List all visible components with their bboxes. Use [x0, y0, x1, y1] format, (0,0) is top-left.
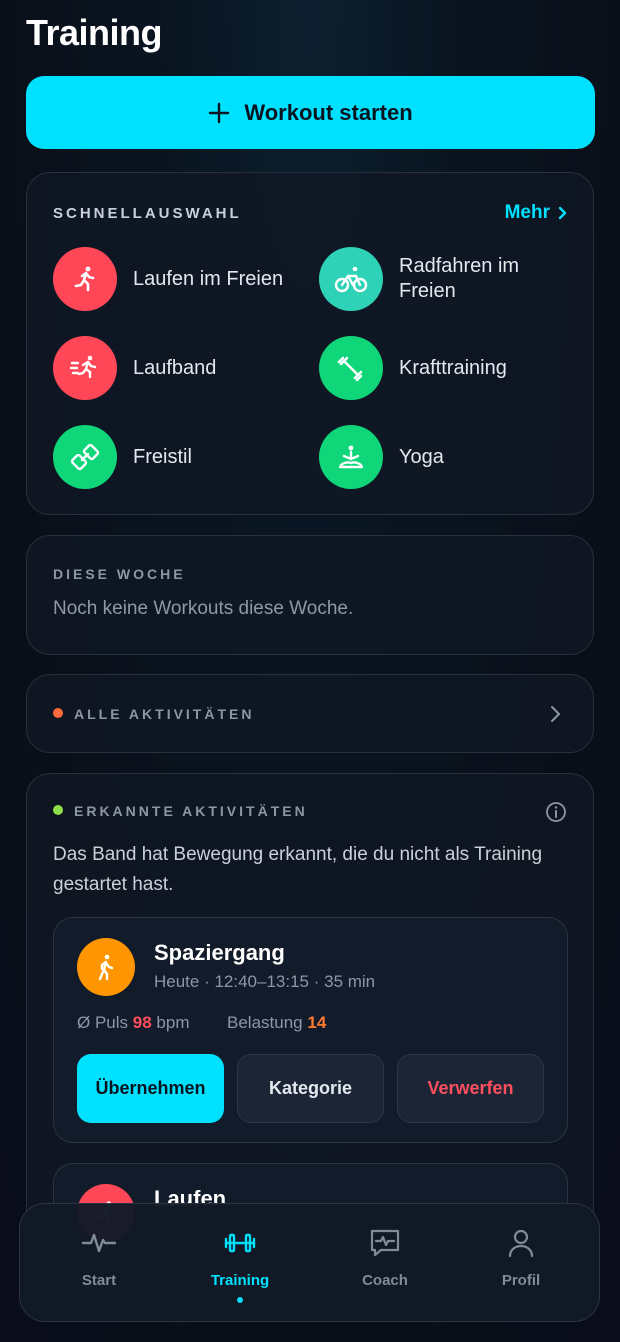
- all-activities-row[interactable]: ALLE AKTIVITÄTEN: [26, 674, 594, 753]
- quick-item-label: Freistil: [133, 445, 192, 468]
- tab-coach[interactable]: Coach: [335, 1226, 435, 1289]
- plus-icon: [209, 102, 230, 123]
- start-workout-label: Workout starten: [244, 99, 413, 125]
- tab-label: Training: [210, 1272, 270, 1289]
- info-icon[interactable]: [545, 801, 567, 823]
- tab-training[interactable]: Training: [190, 1226, 290, 1303]
- dumbbell-icon: [224, 1233, 256, 1253]
- this-week-empty-text: Noch keine Workouts diese Woche.: [53, 598, 354, 619]
- chevron-right-icon: [558, 206, 567, 220]
- all-activities-title: ALLE AKTIVITÄTEN: [74, 706, 255, 722]
- tab-label: Profil: [501, 1272, 541, 1289]
- pulse-unit: bpm: [156, 1013, 190, 1032]
- treadmill-icon: [53, 336, 117, 400]
- accept-button[interactable]: Übernehmen: [77, 1054, 224, 1123]
- dumbbell-icon: [319, 336, 383, 400]
- quick-item-freestyle[interactable]: Freistil: [53, 425, 293, 489]
- quick-item-outdoor-run[interactable]: Laufen im Freien: [53, 247, 293, 311]
- more-label: Mehr: [504, 202, 550, 223]
- status-dot: [53, 708, 63, 718]
- detected-activities-title: ERKANNTE AKTIVITÄTEN: [74, 803, 308, 819]
- quick-item-yoga[interactable]: Yoga: [319, 425, 559, 489]
- quick-item-treadmill[interactable]: Laufband: [53, 336, 293, 400]
- activity-title: Spaziergang: [154, 940, 285, 965]
- quick-item-label: Radfahren im Freien: [399, 255, 520, 302]
- walking-icon: [77, 938, 135, 996]
- more-link[interactable]: Mehr: [505, 202, 567, 224]
- person-icon: [508, 1229, 534, 1258]
- quick-item-outdoor-cycling[interactable]: Radfahren im Freien: [319, 247, 559, 311]
- pulse-label: Ø Puls: [77, 1013, 129, 1032]
- this-week-card: DIESE WOCHE Noch keine Workouts diese Wo…: [26, 535, 594, 655]
- tab-profile[interactable]: Profil: [471, 1226, 571, 1289]
- tab-label: Start: [81, 1272, 117, 1289]
- discard-button[interactable]: Verwerfen: [397, 1054, 544, 1123]
- pulse-value: 98: [132, 1013, 152, 1032]
- load-value: 14: [307, 1013, 327, 1032]
- detected-activities-description: Das Band hat Bewegung erkannt, die du ni…: [53, 844, 543, 895]
- cycling-icon: [319, 247, 383, 311]
- activity-actions: Übernehmen Kategorie Verwerfen: [77, 1054, 544, 1123]
- quick-item-label: Yoga: [399, 445, 444, 468]
- detected-activity-card: Spaziergang Heute · 12:40–13:15 · 35 min…: [53, 917, 568, 1143]
- pulse-icon: [81, 1233, 117, 1253]
- tab-bar: Start Training Coach Profil: [19, 1203, 600, 1322]
- tab-start[interactable]: Start: [49, 1226, 149, 1289]
- category-button[interactable]: Kategorie: [237, 1054, 384, 1123]
- quick-selection-card: SCHNELLAUSWAHL Mehr Laufen im Freien Rad…: [26, 172, 594, 515]
- this-week-title: DIESE WOCHE: [53, 566, 186, 582]
- start-workout-button[interactable]: Workout starten: [26, 76, 595, 149]
- active-indicator: [237, 1297, 243, 1303]
- pulse-metric: Ø Puls 98 bpm: [77, 1013, 190, 1033]
- load-label: Belastung: [227, 1013, 303, 1032]
- yoga-icon: [319, 425, 383, 489]
- tab-label: Coach: [362, 1272, 408, 1289]
- chevron-right-icon: [551, 706, 560, 722]
- freestyle-icon: [53, 425, 117, 489]
- quick-item-strength[interactable]: Krafttraining: [319, 336, 559, 400]
- running-icon: [53, 247, 117, 311]
- load-metric: Belastung 14: [227, 1013, 326, 1033]
- quick-item-label: Krafttraining: [399, 356, 507, 379]
- chat-pulse-icon: [370, 1229, 400, 1257]
- quick-selection-title: SCHNELLAUSWAHL: [53, 205, 242, 222]
- quick-item-label: Laufband: [133, 356, 217, 379]
- status-dot: [53, 805, 63, 815]
- quick-item-label: Laufen im Freien: [133, 267, 284, 290]
- activity-subtitle: Heute · 12:40–13:15 · 35 min: [154, 972, 376, 991]
- page-title: Training: [26, 12, 163, 53]
